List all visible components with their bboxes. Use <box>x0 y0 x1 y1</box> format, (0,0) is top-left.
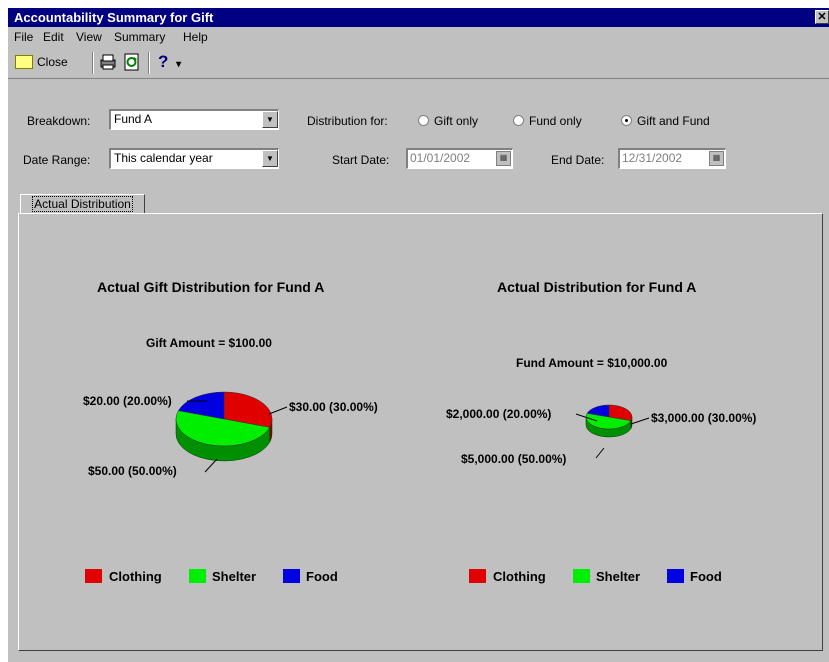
window-title: Accountability Summary for Gift <box>14 10 214 25</box>
start-date-field[interactable]: 01/01/2002 ▦ <box>406 148 513 169</box>
end-date-value: 12/31/2002 <box>622 151 683 165</box>
accountability-summary-window: Accountability Summary for Gift ✕ File E… <box>8 8 829 662</box>
chart-2-leader-lines <box>575 413 650 459</box>
calendar-icon[interactable]: ▦ <box>496 151 511 166</box>
folder-close-icon <box>15 54 33 69</box>
chart-2-legend-swatch-shelter <box>573 569 590 583</box>
title-bar: Accountability Summary for Gift ✕ <box>8 8 829 27</box>
calendar-icon[interactable]: ▦ <box>709 151 724 166</box>
refresh-button[interactable] <box>122 52 144 74</box>
chart-2-legend-swatch-clothing <box>469 569 486 583</box>
chart-1-legend-swatch-shelter <box>189 569 206 583</box>
radio-gift-only[interactable] <box>418 115 429 126</box>
close-button-label: Close <box>37 55 68 69</box>
chart-1-legend-food: Food <box>306 569 338 584</box>
chart-1-legend-shelter: Shelter <box>212 569 257 584</box>
menu-help[interactable]: Help <box>183 30 208 44</box>
breakdown-value: Fund A <box>114 112 153 126</box>
distribution-label: Distribution for: <box>307 114 388 128</box>
menu-summary[interactable]: Summary <box>114 30 165 44</box>
radio-fund-only-label[interactable]: Fund only <box>529 114 582 128</box>
toolbar: Close ? ▾ <box>8 48 829 79</box>
help-icon: ? <box>158 52 169 71</box>
tab-actual-distribution[interactable]: Actual Distribution <box>20 194 145 214</box>
chart-1-legend-swatch-clothing <box>85 569 102 583</box>
help-button[interactable]: ? ▾ <box>158 52 198 74</box>
toolbar-separator <box>148 52 150 74</box>
chart-1-pie <box>175 391 273 462</box>
chart-1-title: Actual Gift Distribution for Fund A <box>97 279 325 295</box>
chart-2-label-clothing: $3,000.00 (30.00%) <box>651 411 757 425</box>
chevron-down-icon[interactable]: ▾ <box>176 59 181 70</box>
menu-file[interactable]: File <box>14 30 33 44</box>
close-button[interactable]: Close <box>11 52 81 74</box>
chart-1-subtitle: Gift Amount = $100.00 <box>146 336 272 350</box>
radio-gift-and-fund-label[interactable]: Gift and Fund <box>637 114 710 128</box>
chart-1-label-clothing: $30.00 (30.00%) <box>289 400 378 414</box>
breakdown-select[interactable]: Fund A ▼ <box>109 109 279 130</box>
chart-2-legend-clothing: Clothing <box>493 569 546 584</box>
menu-view[interactable]: View <box>76 30 102 44</box>
chart-2-legend-shelter: Shelter <box>596 569 641 584</box>
end-date-field[interactable]: 12/31/2002 ▦ <box>618 148 726 169</box>
start-date-label: Start Date: <box>332 153 390 167</box>
chevron-down-icon[interactable]: ▼ <box>262 111 278 128</box>
chart-2-label-food: $2,000.00 (20.00%) <box>446 407 552 421</box>
date-range-label: Date Range: <box>23 153 91 167</box>
menu-edit[interactable]: Edit <box>43 30 64 44</box>
chart-2-label-shelter: $5,000.00 (50.00%) <box>461 452 567 466</box>
distribution-panel: Actual Gift Distribution for Fund A Gift… <box>18 213 823 651</box>
print-button[interactable] <box>98 52 120 74</box>
refresh-icon <box>124 53 139 71</box>
toolbar-separator <box>92 52 94 74</box>
radio-fund-only[interactable] <box>513 115 524 126</box>
radio-gift-only-label[interactable]: Gift only <box>434 114 478 128</box>
chart-1-label-food: $20.00 (20.00%) <box>83 394 172 408</box>
chevron-down-icon[interactable]: ▼ <box>262 150 278 167</box>
chart-2-title: Actual Distribution for Fund A <box>497 279 697 295</box>
window-close-button[interactable]: ✕ <box>815 10 829 24</box>
printer-icon <box>100 54 116 70</box>
end-date-label: End Date: <box>551 153 605 167</box>
chart-1-legend-clothing: Clothing <box>109 569 162 584</box>
radio-gift-and-fund[interactable] <box>621 115 632 126</box>
chart-2-legend-swatch-food <box>667 569 684 583</box>
breakdown-label: Breakdown: <box>27 114 91 128</box>
tab-label: Actual Distribution <box>32 196 133 212</box>
chart-2-subtitle: Fund Amount = $10,000.00 <box>516 356 668 370</box>
date-range-select[interactable]: This calendar year ▼ <box>109 148 279 169</box>
chart-1-label-shelter: $50.00 (50.00%) <box>88 464 177 478</box>
start-date-value: 01/01/2002 <box>410 151 471 165</box>
chart-2-pie <box>585 404 633 438</box>
chart-1-legend-swatch-food <box>283 569 300 583</box>
chart-2-legend-food: Food <box>690 569 722 584</box>
menu-bar: File Edit View Summary Help <box>8 27 829 48</box>
date-range-value: This calendar year <box>114 151 213 165</box>
